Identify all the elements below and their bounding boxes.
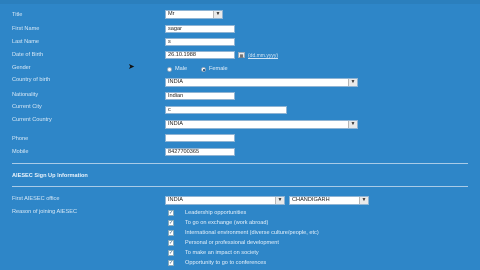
first-name-field[interactable]: sagar: [165, 25, 235, 33]
top-bar: [0, 0, 480, 4]
reason-label: Reason of joining AIESEC: [12, 209, 77, 215]
reason-checkbox[interactable]: ✓: [168, 260, 174, 266]
current-city-label: Current City: [12, 104, 42, 110]
country-of-birth-select[interactable]: INDIA ▼: [165, 78, 358, 87]
last-name-field[interactable]: s: [165, 38, 235, 46]
phone-field[interactable]: [165, 134, 235, 142]
gender-female-label: Female: [209, 66, 228, 72]
reason-checkbox[interactable]: ✓: [168, 230, 174, 236]
dob-label: Date of Birth: [12, 52, 44, 58]
reason-checkbox[interactable]: ✓: [168, 250, 174, 256]
office-country-value: INDIA: [168, 197, 183, 203]
title-label: Title: [12, 12, 23, 18]
current-country-label: Current Country: [12, 117, 52, 123]
section-divider: [12, 163, 468, 164]
title-select[interactable]: Mr ▼: [165, 10, 223, 19]
reason-label-item: International environment (diverse cultu…: [185, 230, 319, 236]
last-name-label: Last Name: [12, 39, 40, 45]
gender-male-label: Male: [175, 66, 188, 72]
signup-section-title: AIESEC Sign Up Information: [12, 173, 88, 179]
nationality-field[interactable]: Indian: [165, 92, 235, 100]
mobile-field[interactable]: 8427700365: [165, 148, 235, 156]
reason-checkbox[interactable]: ✓: [168, 220, 174, 226]
chevron-down-icon: ▼: [348, 79, 357, 86]
gender-male-radio[interactable]: [167, 67, 172, 72]
country-of-birth-label: Country of birth: [12, 77, 51, 83]
phone-label: Phone: [12, 136, 29, 142]
first-name-label: First Name: [12, 26, 40, 32]
current-country-select[interactable]: INDIA ▼: [165, 120, 358, 129]
chevron-down-icon: ▼: [359, 197, 368, 204]
calendar-icon[interactable]: ▦: [238, 52, 245, 58]
country-of-birth-value: INDIA: [168, 79, 183, 85]
reason-label-item: To go on exchange (work abroad): [185, 220, 269, 226]
dob-field[interactable]: 26.10.1988: [165, 51, 235, 59]
chevron-down-icon: ▼: [213, 11, 222, 18]
mobile-label: Mobile: [12, 149, 29, 155]
reason-label-item: Leadership opportunities: [185, 210, 247, 216]
reason-label-item: To make an impact on society: [185, 250, 259, 256]
current-city-field[interactable]: c: [165, 106, 287, 114]
reason-checkbox[interactable]: ✓: [168, 240, 174, 246]
gender-label: Gender: [12, 65, 31, 71]
mouse-cursor-icon: ➤: [128, 62, 135, 71]
office-city-select[interactable]: CHANDIGARH ▼: [289, 196, 369, 205]
chevron-down-icon: ▼: [348, 121, 357, 128]
reason-label-item: Personal or professional development: [185, 240, 279, 246]
reason-label-item: Opportunity to go to conferences: [185, 260, 267, 266]
title-select-value: Mr: [168, 11, 175, 17]
dob-format-hint: (dd.mm.yyyy): [248, 53, 278, 59]
chevron-down-icon: ▼: [275, 197, 284, 204]
office-country-select[interactable]: INDIA ▼: [165, 196, 285, 205]
first-office-label: First AIESEC office: [12, 196, 60, 202]
reason-checkbox[interactable]: ✓: [168, 210, 174, 216]
gender-female-radio[interactable]: [201, 67, 206, 72]
office-city-value: CHANDIGARH: [292, 197, 330, 203]
nationality-label: Nationality: [12, 92, 39, 98]
section-divider: [12, 186, 468, 187]
current-country-value: INDIA: [168, 121, 183, 127]
